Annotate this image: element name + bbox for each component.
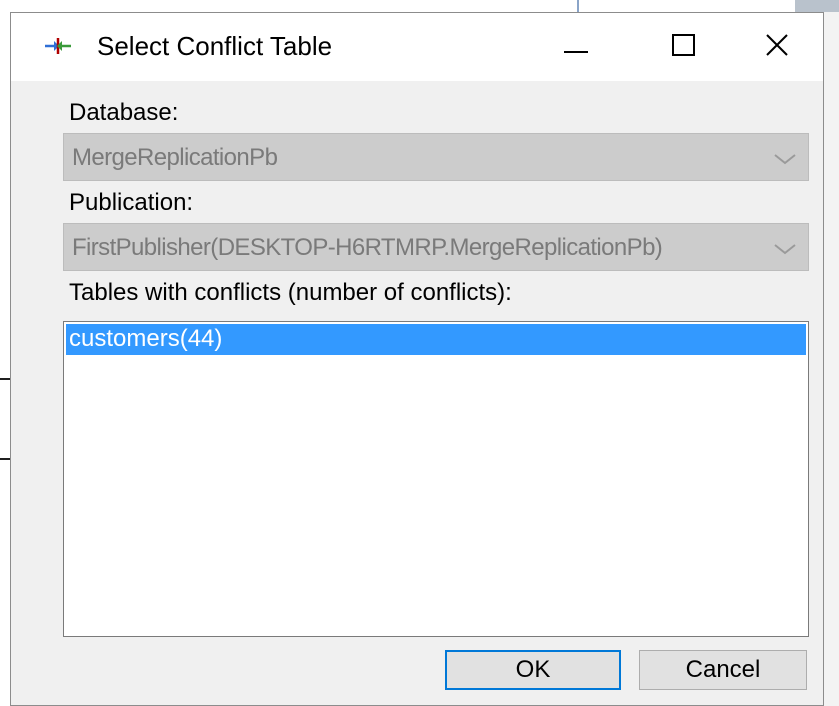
chevron-down-icon (772, 238, 798, 258)
ok-button[interactable]: OK (445, 650, 621, 690)
title-bar[interactable]: Select Conflict Table (11, 13, 823, 81)
close-icon (764, 32, 790, 63)
list-item[interactable]: customers(44) (66, 324, 806, 355)
publication-value: FirstPublisher(DESKTOP-H6RTMRP.MergeRepl… (72, 234, 663, 261)
minimize-icon (563, 32, 589, 63)
conflict-tables-list[interactable]: customers(44) (63, 321, 809, 637)
background-divider (577, 0, 579, 12)
database-label: Database: (69, 99, 179, 126)
dialog-title: Select Conflict Table (97, 31, 333, 61)
select-conflict-table-dialog: Select Conflict Table Database: MergeRep… (10, 12, 824, 706)
minimize-button[interactable] (521, 13, 631, 81)
chevron-down-icon (772, 148, 798, 168)
maximize-button[interactable] (629, 13, 739, 81)
maximize-icon (671, 32, 697, 63)
cancel-button[interactable]: Cancel (639, 650, 807, 690)
merge-arrows-icon (43, 35, 73, 57)
background-window-top (0, 0, 839, 12)
database-value: MergeReplicationPb (72, 144, 278, 171)
publication-label: Publication: (69, 189, 194, 216)
database-select[interactable]: MergeReplicationPb (63, 133, 809, 181)
publication-select[interactable]: FirstPublisher(DESKTOP-H6RTMRP.MergeRepl… (63, 223, 809, 271)
close-button[interactable] (731, 13, 823, 81)
tables-label: Tables with conflicts (number of conflic… (69, 279, 512, 306)
